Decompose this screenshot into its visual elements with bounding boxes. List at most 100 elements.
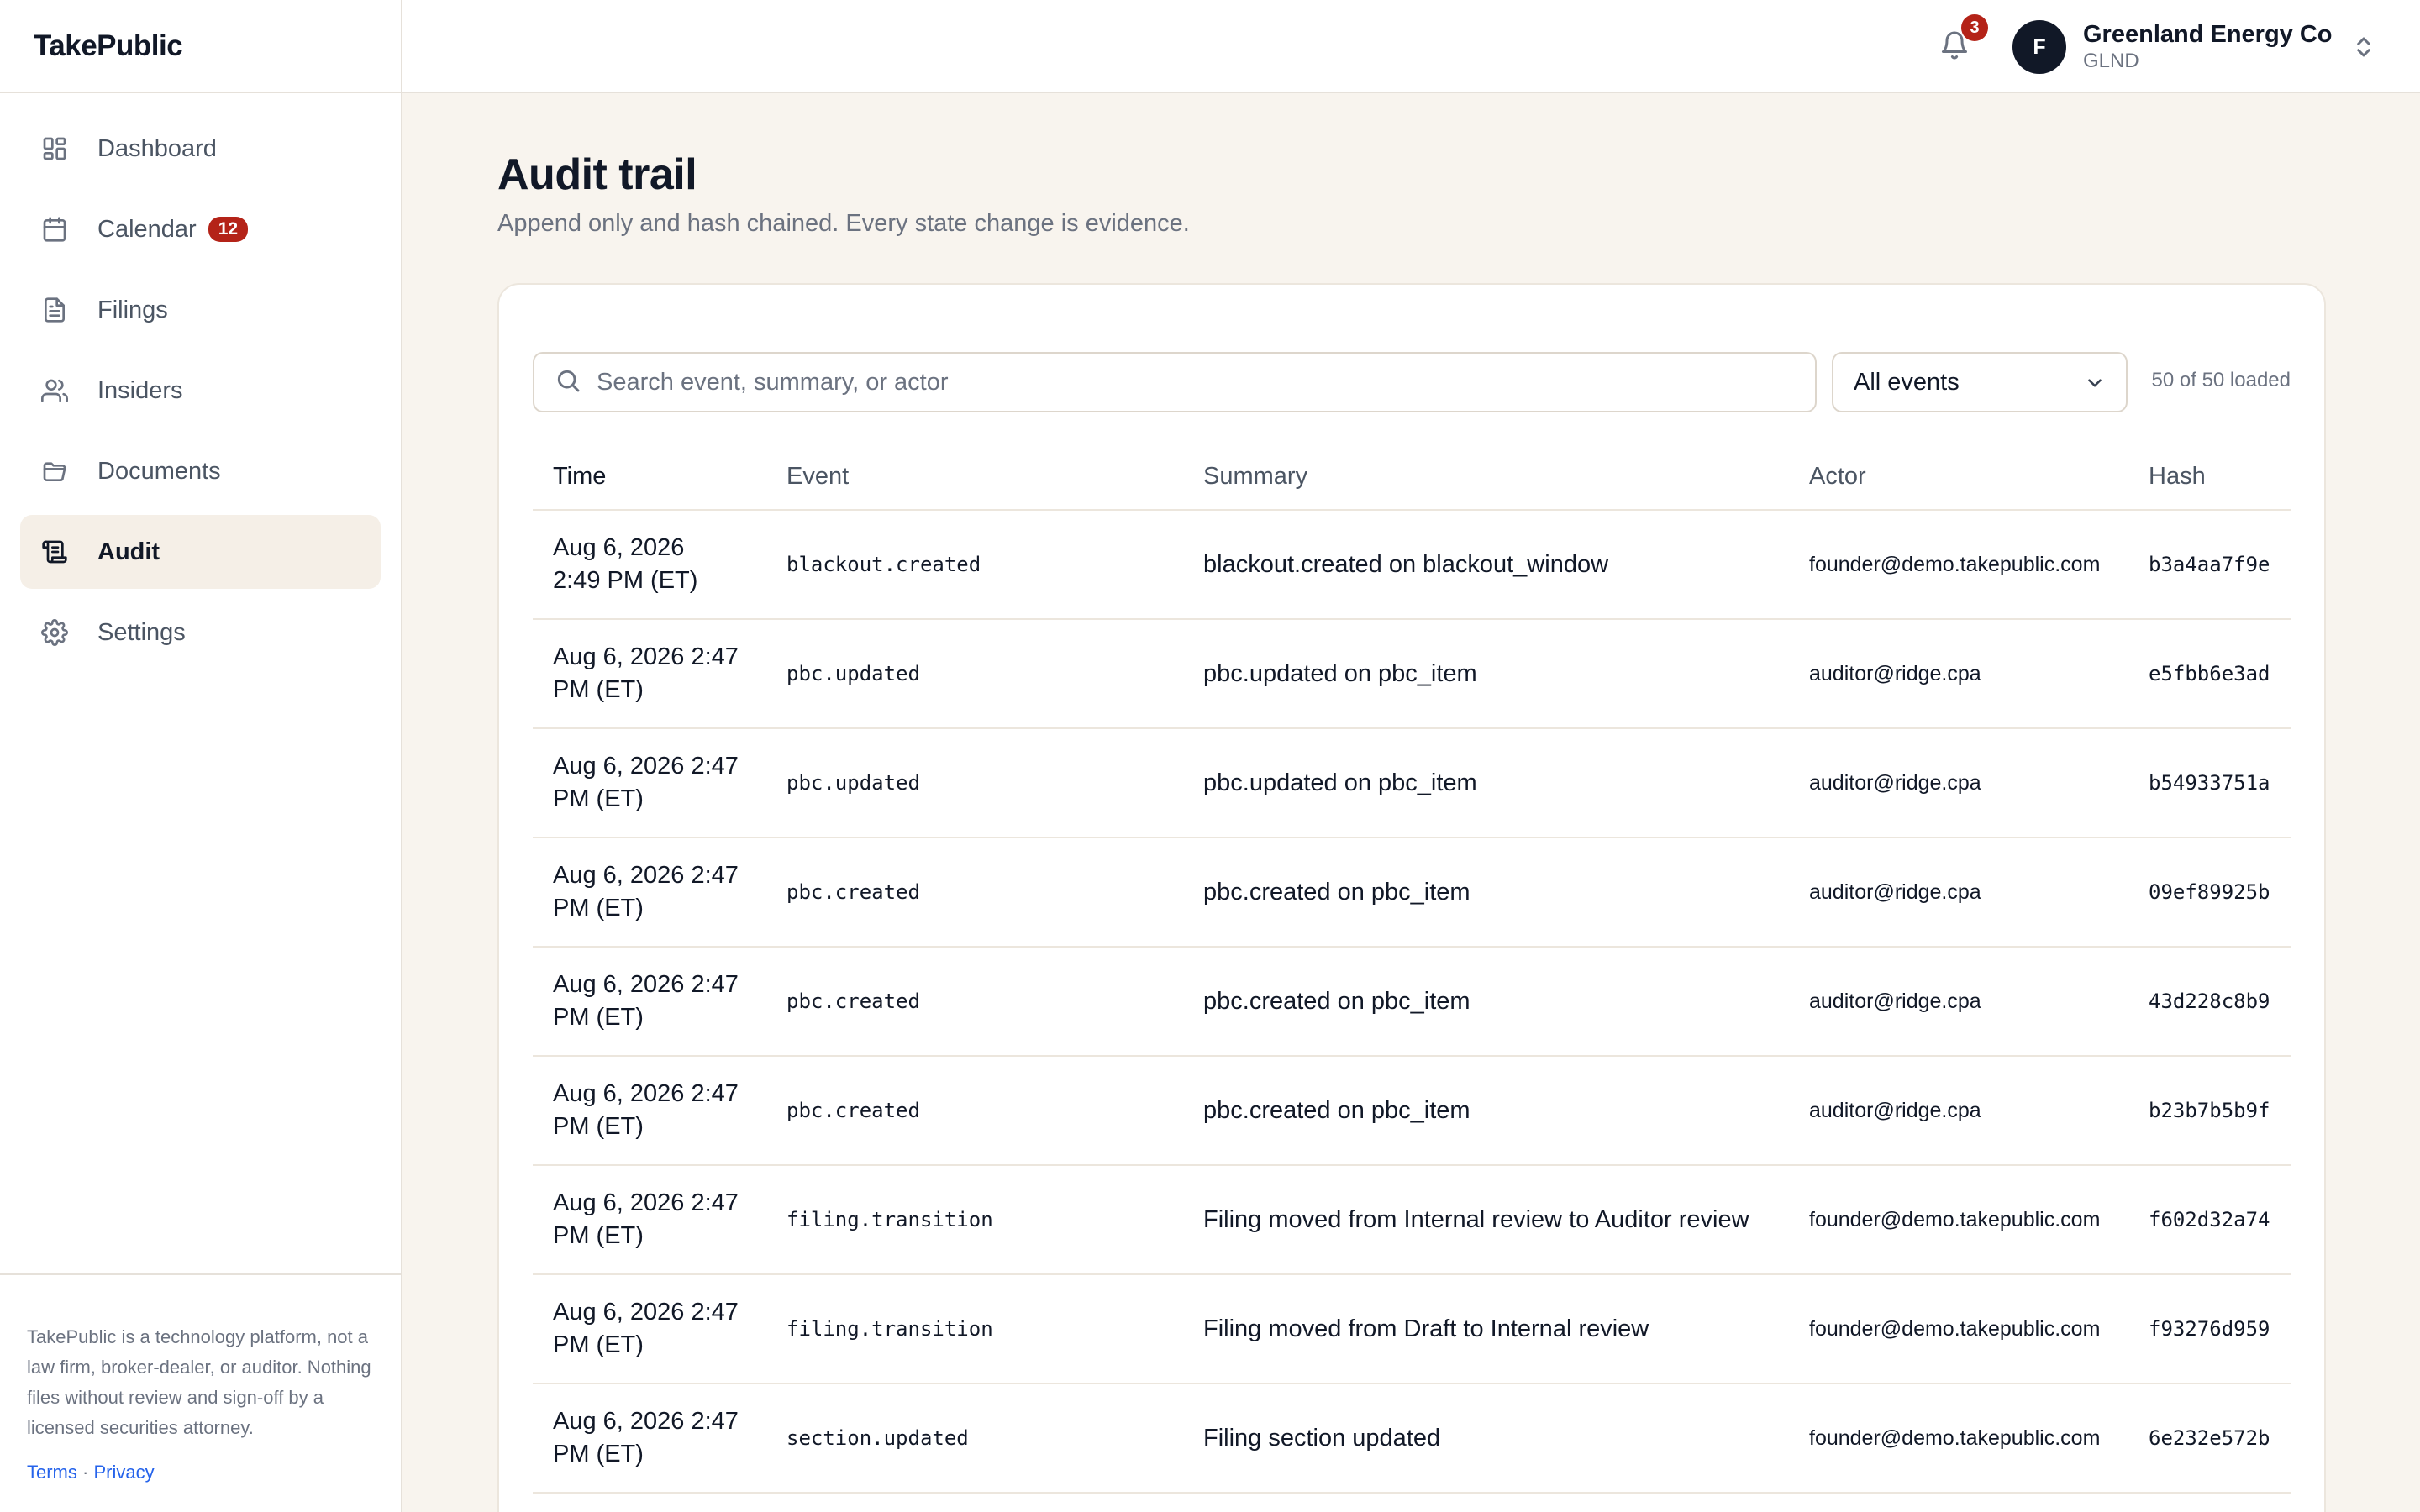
search-icon [555,367,581,398]
cell-event: blackout.created [766,510,1183,620]
cell-actor: founder@demo.takepublic.com [1789,1165,2128,1275]
cell-summary: pbc.updated on pbc_item [1183,728,1789,838]
table-row[interactable]: Aug 6, 2026 2:47 PM (ET) filing.transition… [533,1165,2291,1275]
cell-time: Aug 6, 2026 2:47 PM (ET) [533,728,766,838]
legal-links: Terms · Privacy [27,1462,374,1483]
brand-logo[interactable]: TakePublic [0,0,401,93]
table-row[interactable]: Aug 6, 2026 2:49 PM (ET) blackout.created b… [533,510,2291,620]
table-row[interactable]: Aug 6, 2026 2:47 PM (ET) pbc.created pbc.cr… [533,837,2291,948]
sidebar-item-settings[interactable]: Settings [20,596,381,669]
time-line-2: PM (ET) [553,676,644,703]
cell-summary: pbc.updated on pbc_item [1183,619,1789,729]
notification-count-badge: 3 [1961,14,1988,41]
time-line-1: Aug 6, 2026 [553,534,685,561]
cell-actor: auditor@ridge.cpa [1789,947,2128,1057]
time-line-1: Aug 6, 2026 2:47 [553,1080,739,1107]
sidebar-item-audit[interactable]: Audit [20,515,381,589]
time-line-1: Aug 6, 2026 2:47 [553,862,739,889]
cell-time: Aug 6, 2026 2:47 PM (ET) [533,1165,766,1275]
table-row[interactable]: Aug 6, 2026 2:47 PM (ET) pbc.created pbc.cr… [533,1056,2291,1166]
time-line-2: PM (ET) [553,785,644,812]
sidebar-item-label: Filings [97,296,168,323]
audit-table-body: Aug 6, 2026 2:49 PM (ET) blackout.created b… [533,510,2291,1494]
sidebar-item-label: Insiders [97,376,183,404]
cell-actor: auditor@ridge.cpa [1789,728,2128,838]
column-header-actor[interactable]: Actor [1789,444,2128,511]
sidebar-item-documents[interactable]: Documents [20,434,381,508]
table-row[interactable]: Aug 6, 2026 2:47 PM (ET) pbc.created pbc.cr… [533,947,2291,1057]
org-name: Greenland Energy Co [2083,21,2333,48]
sidebar-item-filings[interactable]: Filings [20,273,381,347]
time-line-1: Aug 6, 2026 2:47 [553,753,739,780]
cell-event: pbc.updated [766,619,1183,729]
sidebar-item-insiders[interactable]: Insiders [20,354,381,428]
chevron-down-icon [2088,379,2102,387]
privacy-link[interactable]: Privacy [93,1462,154,1483]
cell-summary: pbc.created on pbc_item [1183,1056,1789,1166]
cell-time: Aug 6, 2026 2:47 PM (ET) [533,1274,766,1384]
cell-event: pbc.created [766,1056,1183,1166]
cell-event: filing.transition [766,1165,1183,1275]
event-filter-select[interactable]: All events [1832,352,2128,412]
disclaimer-text: TakePublic is a technology platform, not… [27,1326,371,1438]
event-filter-value: All events [1854,368,1960,396]
cell-hash[interactable]: 09ef89925b [2128,837,2291,948]
time-line-1: Aug 6, 2026 2:47 [553,1299,739,1326]
cell-time: Aug 6, 2026 2:47 PM (ET) [533,837,766,948]
sidebar-item-label: Audit [97,538,160,565]
cell-hash[interactable]: b3a4aa7f9e [2128,510,2291,620]
audit-card: All events 50 of 50 loaded Time Event Su… [497,283,2326,1512]
avatar: F [2012,20,2066,74]
cell-summary: Filing moved from Draft to Internal revi… [1183,1274,1789,1384]
table-row[interactable]: Aug 6, 2026 2:47 PM (ET) filing.transition… [533,1274,2291,1384]
cell-summary: pbc.created on pbc_item [1183,837,1789,948]
time-line-2: PM (ET) [553,1331,644,1358]
cell-summary: Filing moved from Internal review to Aud… [1183,1165,1789,1275]
column-header-hash[interactable]: Hash [2128,444,2291,511]
cell-hash[interactable]: f93276d959 [2128,1274,2291,1384]
column-header-event[interactable]: Event [766,444,1183,511]
dashboard-icon [40,134,69,163]
time-line-2: 2:49 PM (ET) [553,567,698,594]
sidebar-item-calendar[interactable]: Calendar 12 [20,192,381,266]
org-info: Greenland Energy Co GLND [2083,20,2333,74]
time-line-2: PM (ET) [553,895,644,921]
time-line-2: PM (ET) [553,1222,644,1249]
calendar-count-badge: 12 [208,217,249,242]
cell-hash[interactable]: b54933751a [2128,728,2291,838]
cell-hash[interactable]: 6e232e572b [2128,1383,2291,1494]
sidebar-item-label: Settings [97,618,186,646]
time-line-1: Aug 6, 2026 2:47 [553,971,739,998]
time-line-2: PM (ET) [553,1004,644,1031]
cell-event: pbc.created [766,947,1183,1057]
time-line-2: PM (ET) [553,1441,644,1467]
table-row[interactable]: Aug 6, 2026 2:47 PM (ET) section.updated Fi… [533,1383,2291,1494]
cell-time: Aug 6, 2026 2:49 PM (ET) [533,510,766,620]
legal-disclaimer: TakePublic is a technology platform, not… [0,1273,401,1512]
cell-hash[interactable]: f602d32a74 [2128,1165,2291,1275]
cell-actor: founder@demo.takepublic.com [1789,1274,2128,1384]
cell-actor: auditor@ridge.cpa [1789,1056,2128,1166]
cell-actor: founder@demo.takepublic.com [1789,1383,2128,1494]
sidebar-nav: Dashboard Calendar 12 Filings Insiders D… [0,93,401,695]
search-box[interactable] [533,352,1817,412]
table-row[interactable]: Aug 6, 2026 2:47 PM (ET) pbc.updated pbc.up… [533,728,2291,838]
page-title: Audit trail [497,150,697,199]
cell-hash[interactable]: e5fbb6e3ad [2128,619,2291,729]
column-header-time[interactable]: Time [533,444,766,511]
cell-actor: auditor@ridge.cpa [1789,837,2128,948]
bell-icon [1939,31,1970,64]
cell-summary: blackout.created on blackout_window [1183,510,1789,620]
org-switcher[interactable]: F Greenland Energy Co GLND [2012,19,2376,75]
column-header-summary[interactable]: Summary [1183,444,1789,511]
cell-hash[interactable]: b23b7b5b9f [2128,1056,2291,1166]
search-input[interactable] [597,368,1790,396]
link-separator: · [82,1462,89,1483]
cell-summary: pbc.created on pbc_item [1183,947,1789,1057]
table-row[interactable]: Aug 6, 2026 2:47 PM (ET) pbc.updated pbc.up… [533,619,2291,729]
cell-event: filing.transition [766,1274,1183,1384]
sidebar-item-dashboard[interactable]: Dashboard [20,112,381,186]
time-line-1: Aug 6, 2026 2:47 [553,643,739,670]
cell-hash[interactable]: 43d228c8b9 [2128,947,2291,1057]
terms-link[interactable]: Terms [27,1462,77,1483]
